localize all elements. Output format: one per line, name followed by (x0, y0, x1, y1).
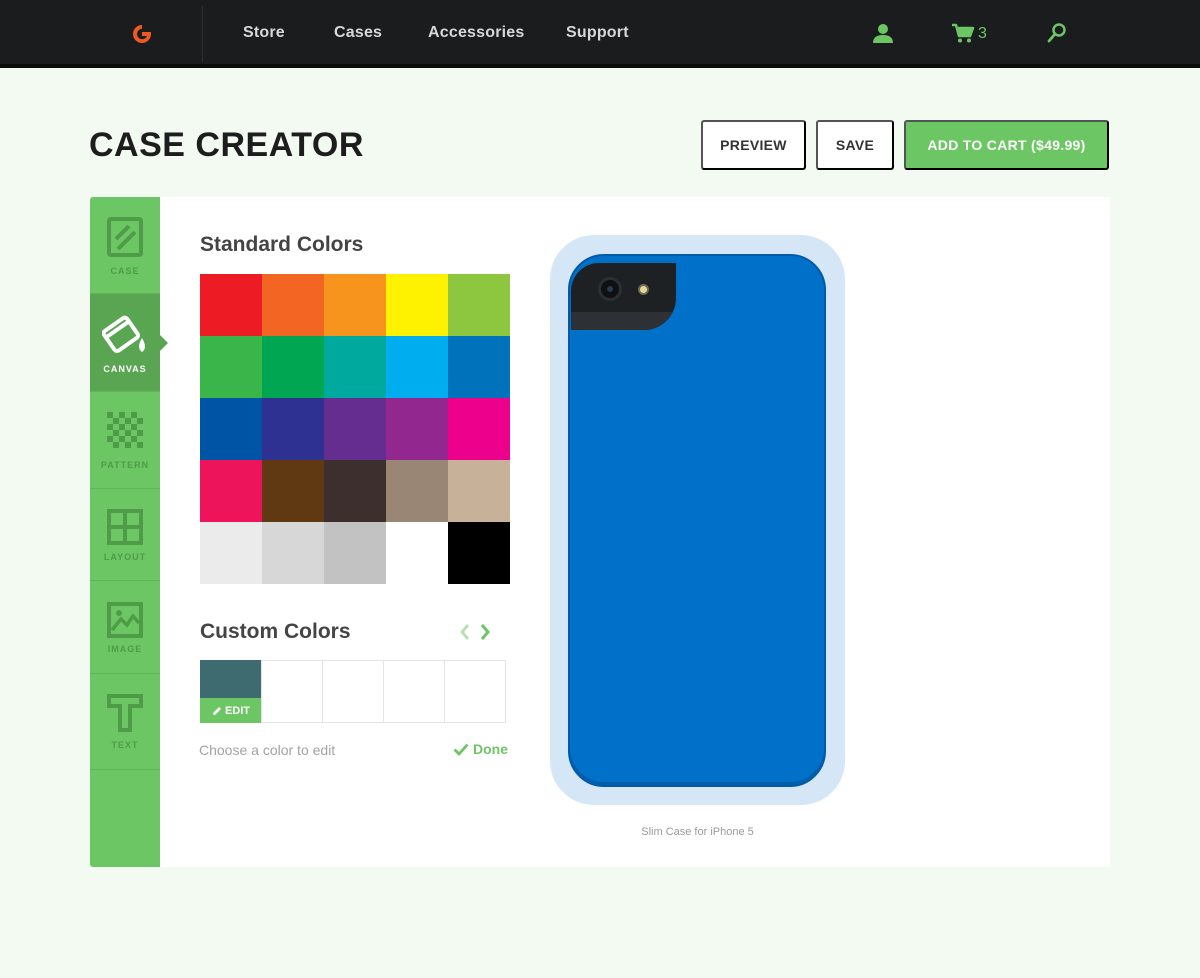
camera-lens-icon (598, 277, 622, 301)
color-swatch[interactable] (262, 460, 324, 522)
sidebar-item-case[interactable]: CASE (90, 197, 160, 294)
color-swatch[interactable] (262, 398, 324, 460)
edit-hint-text: Choose a color to edit (199, 742, 336, 758)
paint-bucket-icon (102, 315, 145, 354)
sidebar-item-image[interactable]: IMAGE (90, 581, 160, 674)
text-icon (107, 694, 143, 732)
sidebar-label-case: CASE (110, 266, 140, 276)
color-swatch[interactable] (262, 336, 324, 398)
nav-divider (202, 6, 203, 62)
preview-button[interactable]: PREVIEW (701, 120, 806, 170)
color-swatch[interactable] (448, 274, 510, 336)
color-swatch[interactable] (324, 398, 386, 460)
sidebar-item-pattern[interactable]: PATTERN (90, 392, 160, 489)
active-tab-indicator (160, 335, 168, 351)
image-icon (107, 602, 143, 638)
color-swatch[interactable] (448, 336, 510, 398)
sidebar-label-image: IMAGE (107, 644, 143, 654)
chevron-left-icon[interactable] (459, 623, 471, 641)
nav-store-link[interactable]: Store (243, 24, 285, 42)
color-swatch[interactable] (200, 336, 262, 398)
color-swatch[interactable] (324, 460, 386, 522)
custom-color-slot-5[interactable] (444, 660, 506, 723)
nav-support-link[interactable]: Support (566, 24, 629, 42)
custom-color-slot-4[interactable] (383, 660, 445, 723)
custom-color-slot-1[interactable]: EDIT (200, 660, 262, 723)
color-swatch[interactable] (200, 460, 262, 522)
pencil-icon (212, 706, 221, 715)
sidebar-item-layout[interactable]: LAYOUT (90, 489, 160, 581)
page-title: CASE CREATOR (89, 126, 364, 164)
sidebar-item-text[interactable]: TEXT (90, 674, 160, 770)
nav-accessories-link[interactable]: Accessories (428, 24, 525, 42)
case-caption: Slim Case for iPhone 5 (641, 826, 754, 838)
save-button[interactable]: SAVE (816, 120, 894, 170)
color-swatch[interactable] (386, 336, 448, 398)
case-icon (107, 217, 143, 257)
standard-color-grid (200, 274, 510, 584)
edit-label: EDIT (224, 704, 251, 717)
color-swatch[interactable] (262, 274, 324, 336)
tool-sidebar: CASE CANVAS PATTERN LAYOUT IMAGE TEXT (90, 197, 160, 867)
cart-icon[interactable] (951, 22, 975, 44)
custom-color-slot-3[interactable] (322, 660, 384, 723)
color-swatch[interactable] (200, 274, 262, 336)
add-to-cart-button[interactable]: ADD TO CART ($49.99) (904, 120, 1109, 170)
color-swatch[interactable] (448, 460, 510, 522)
user-icon[interactable] (872, 22, 894, 44)
sidebar-item-canvas[interactable]: CANVAS (90, 294, 160, 392)
sidebar-label-text: TEXT (111, 740, 139, 750)
color-swatch[interactable] (386, 398, 448, 460)
custom-color-grid: EDIT (200, 660, 511, 723)
edit-color-button[interactable]: EDIT (200, 698, 262, 723)
checkmark-icon (453, 743, 469, 756)
standard-colors-title: Standard Colors (200, 233, 364, 256)
done-label: Done (473, 741, 508, 757)
color-swatch[interactable] (448, 398, 510, 460)
color-swatch[interactable] (324, 274, 386, 336)
sidebar-label-layout: LAYOUT (103, 552, 147, 562)
editor-panel: CASE CANVAS PATTERN LAYOUT IMAGE TEXT St… (90, 197, 1110, 867)
color-swatch[interactable] (386, 522, 448, 584)
chevron-right-icon[interactable] (479, 623, 491, 641)
color-swatch[interactable] (200, 398, 262, 460)
color-swatch[interactable] (386, 274, 448, 336)
camera-cutout (571, 263, 676, 330)
color-swatch[interactable] (324, 336, 386, 398)
top-nav: Store Cases Accessories Support 3 (0, 0, 1200, 68)
color-swatch[interactable] (386, 460, 448, 522)
logo-icon[interactable] (131, 23, 153, 45)
nav-cases-link[interactable]: Cases (334, 24, 382, 42)
sidebar-label-pattern: PATTERN (100, 460, 150, 470)
color-swatch[interactable] (448, 522, 510, 584)
cart-count[interactable]: 3 (978, 25, 987, 43)
done-button[interactable]: Done (453, 741, 508, 757)
custom-color-slot-2[interactable] (261, 660, 323, 723)
sidebar-label-canvas: CANVAS (103, 364, 147, 374)
layout-icon (107, 509, 143, 545)
search-icon[interactable] (1047, 22, 1067, 44)
case-preview[interactable] (568, 254, 826, 787)
pattern-icon (107, 412, 143, 448)
custom-colors-title: Custom Colors (200, 620, 351, 643)
flash-icon (638, 284, 649, 295)
color-swatch[interactable] (262, 522, 324, 584)
color-swatch[interactable] (324, 522, 386, 584)
color-swatch[interactable] (200, 522, 262, 584)
